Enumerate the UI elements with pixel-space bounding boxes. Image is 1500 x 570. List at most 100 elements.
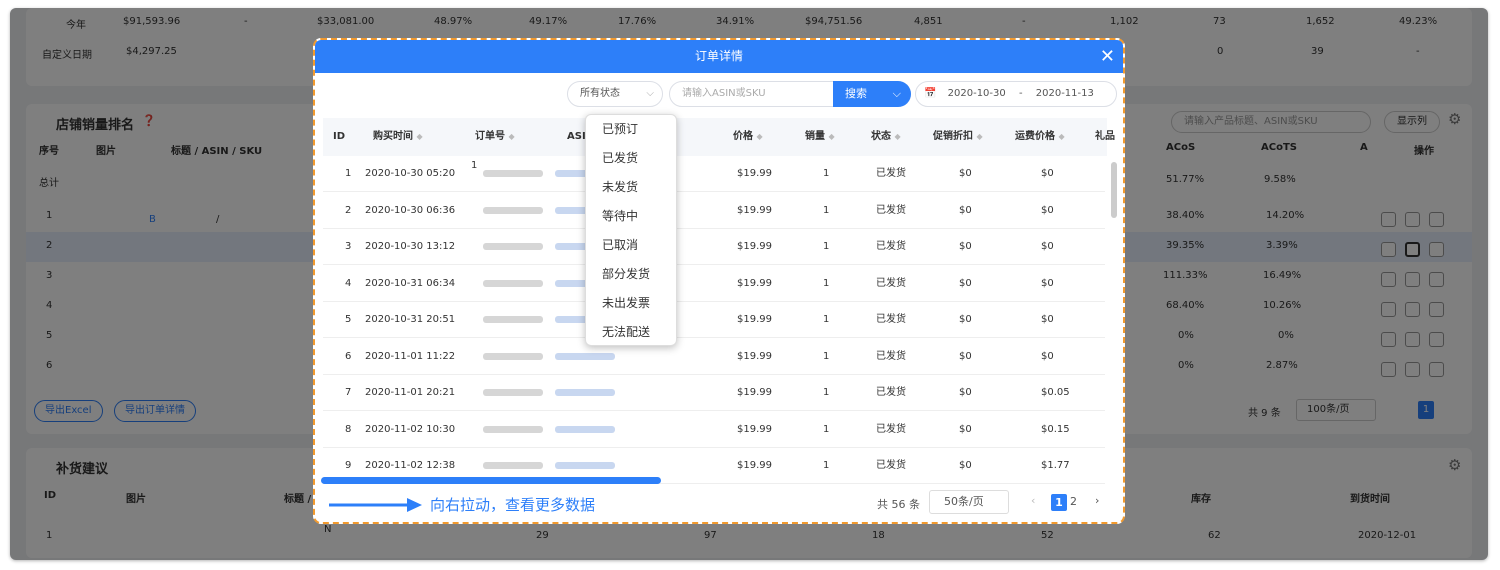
col-header-promo[interactable]: 促销折扣 ◆: [933, 118, 983, 156]
cell-status: 已发货: [876, 350, 906, 362]
cell-time: 2020-10-30 05:20: [365, 168, 456, 179]
col-header-asin: ASI: [567, 131, 586, 142]
cell-id: 7: [345, 387, 352, 398]
cell-time: 2020-10-30 06:36: [365, 204, 456, 216]
cell-time: 2020-11-01 20:21: [365, 387, 456, 398]
dropdown-option[interactable]: 部分发货: [586, 260, 676, 289]
cell-qty: 1: [823, 423, 830, 435]
dropdown-option[interactable]: 未出发票: [586, 289, 676, 318]
col-header-id: ID: [333, 131, 346, 142]
status-dropdown: 已预订 已发货 未发货 等待中 已取消 部分发货 未出发票 无法配送: [585, 114, 677, 346]
cell-id: 1: [345, 168, 352, 179]
cell-price: $19.99: [737, 350, 772, 362]
table-row[interactable]: 1 2020-10-30 05:20 $19.99 1 已发货 $0 $0 1: [323, 156, 1105, 192]
sort-icon: ◆: [976, 132, 983, 141]
close-icon[interactable]: ✕: [1100, 40, 1115, 73]
cell-id: 4: [345, 277, 352, 289]
order-detail-modal: 订单详情 ✕ 所有状态 ⌵ 请输入ASIN或SKU 搜索 ⌵ 📅 2020-10…: [313, 38, 1125, 524]
sort-icon: ◆: [894, 132, 901, 141]
table-row[interactable]: 7 2020-11-01 20:21 $19.99 1 已发货 $0 $0.05: [323, 375, 1105, 411]
col-header-qty-label: 销量: [805, 131, 825, 142]
vertical-scrollbar[interactable]: [1111, 162, 1117, 218]
col-header-order-label: 订单号: [475, 131, 505, 142]
col-header-time-label: 购买时间: [373, 131, 413, 142]
col-header-price[interactable]: 价格 ◆: [733, 118, 763, 156]
redacted-asin: [555, 425, 615, 433]
table-row[interactable]: 3 2020-10-30 13:12 $19.99 1 已发货 $0 $0: [323, 229, 1105, 265]
cell-promo: $0: [959, 423, 972, 435]
sort-icon: ◆: [756, 132, 763, 141]
table-header: [323, 118, 1107, 156]
table-row[interactable]: 5 2020-10-31 20:51 $19.99 1 已发货 $0 $0: [323, 302, 1105, 338]
dropdown-option[interactable]: 已发货: [586, 144, 676, 173]
col-header-gift: 礼品: [1095, 131, 1115, 142]
cell-promo: $0: [959, 314, 972, 325]
cell-promo: $0: [959, 460, 972, 471]
redacted-order: [483, 170, 543, 177]
modal-header: 订单详情 ✕: [315, 40, 1123, 73]
dropdown-option[interactable]: 未发货: [586, 173, 676, 202]
cell-status: 已发货: [876, 387, 906, 398]
cell-time: 2020-11-02 10:30: [365, 423, 456, 435]
next-page-button[interactable]: ›: [1095, 494, 1099, 507]
table-row[interactable]: 6 2020-11-01 11:22 $19.99 1 已发货 $0 $0: [323, 339, 1105, 375]
page-2-button[interactable]: 2: [1070, 495, 1077, 508]
cell-ship: $0: [1041, 277, 1054, 289]
cell-promo: $0: [959, 241, 972, 252]
sort-icon: ◆: [508, 132, 515, 141]
page-size-value: 50条/页: [944, 495, 984, 508]
cell-price: $19.99: [737, 204, 772, 216]
dropdown-option[interactable]: 已取消: [586, 231, 676, 260]
horizontal-scrollbar[interactable]: [321, 477, 661, 484]
cell-status: 已发货: [876, 204, 906, 216]
col-header-time[interactable]: 购买时间 ◆: [373, 118, 423, 156]
redacted-order: [483, 425, 543, 433]
scroll-hint: 向右拉动，查看更多数据: [430, 496, 596, 514]
page-1-button[interactable]: 1: [1051, 494, 1067, 511]
col-header-status-label: 状态: [871, 131, 891, 142]
cell-ship: $0.15: [1041, 423, 1070, 435]
cell-qty: 1: [823, 204, 830, 216]
status-select[interactable]: 所有状态 ⌵: [567, 81, 663, 107]
dropdown-option[interactable]: 无法配送: [586, 318, 676, 347]
page-size-select[interactable]: 50条/页: [929, 490, 1009, 514]
sort-icon: ◆: [1058, 132, 1065, 141]
dropdown-option[interactable]: 等待中: [586, 202, 676, 231]
col-header-order[interactable]: 订单号 ◆: [475, 118, 515, 156]
cell-id: 2: [345, 204, 352, 216]
table-row[interactable]: 2 2020-10-30 06:36 $19.99 1 已发货 $0 $0: [323, 193, 1105, 229]
total-count: 共 56 条: [877, 498, 920, 511]
cell-promo: $0: [959, 350, 972, 362]
cell-promo: $0: [959, 168, 972, 179]
prev-page-button[interactable]: ‹: [1031, 494, 1035, 507]
cell-ship: $0: [1041, 350, 1054, 362]
table-row[interactable]: 8 2020-11-02 10:30 $19.99 1 已发货 $0 $0.15: [323, 412, 1105, 448]
search-placeholder: 请输入ASIN或SKU: [682, 88, 766, 99]
cell-qty: 1: [823, 387, 830, 398]
date-range-picker[interactable]: 📅 2020-10-30 - 2020-11-13: [915, 81, 1117, 107]
date-separator: -: [1018, 88, 1023, 99]
cell-promo: $0: [959, 204, 972, 216]
cell-price: $19.99: [737, 168, 772, 179]
cell-ship: $1.77: [1041, 460, 1070, 471]
chevron-down-icon: ⌵: [646, 88, 654, 99]
cell-ship: $0.05: [1041, 387, 1070, 398]
dropdown-option[interactable]: 已预订: [586, 115, 676, 144]
col-header-status[interactable]: 状态 ◆: [871, 118, 901, 156]
col-header-ship[interactable]: 运费价格 ◆: [1015, 118, 1065, 156]
cell-status: 已发货: [876, 277, 906, 289]
cell-price: $19.99: [737, 241, 772, 252]
col-header-qty[interactable]: 销量 ◆: [805, 118, 835, 156]
cell-price: $19.99: [737, 387, 772, 398]
cell-id: 3: [345, 241, 352, 252]
cell-qty: 1: [823, 314, 830, 325]
cell-status: 已发货: [876, 423, 906, 435]
cell-price: $19.99: [737, 460, 772, 471]
status-select-value: 所有状态: [580, 88, 620, 99]
cell-time: 2020-10-31 06:34: [365, 277, 456, 289]
search-button[interactable]: 搜索 ⌵: [833, 81, 911, 107]
cell-id: 6: [345, 350, 352, 362]
cell-qty: 1: [823, 350, 830, 362]
chevron-down-icon: ⌵: [892, 87, 901, 100]
table-row[interactable]: 4 2020-10-31 06:34 $19.99 1 已发货 $0 $0: [323, 266, 1105, 302]
